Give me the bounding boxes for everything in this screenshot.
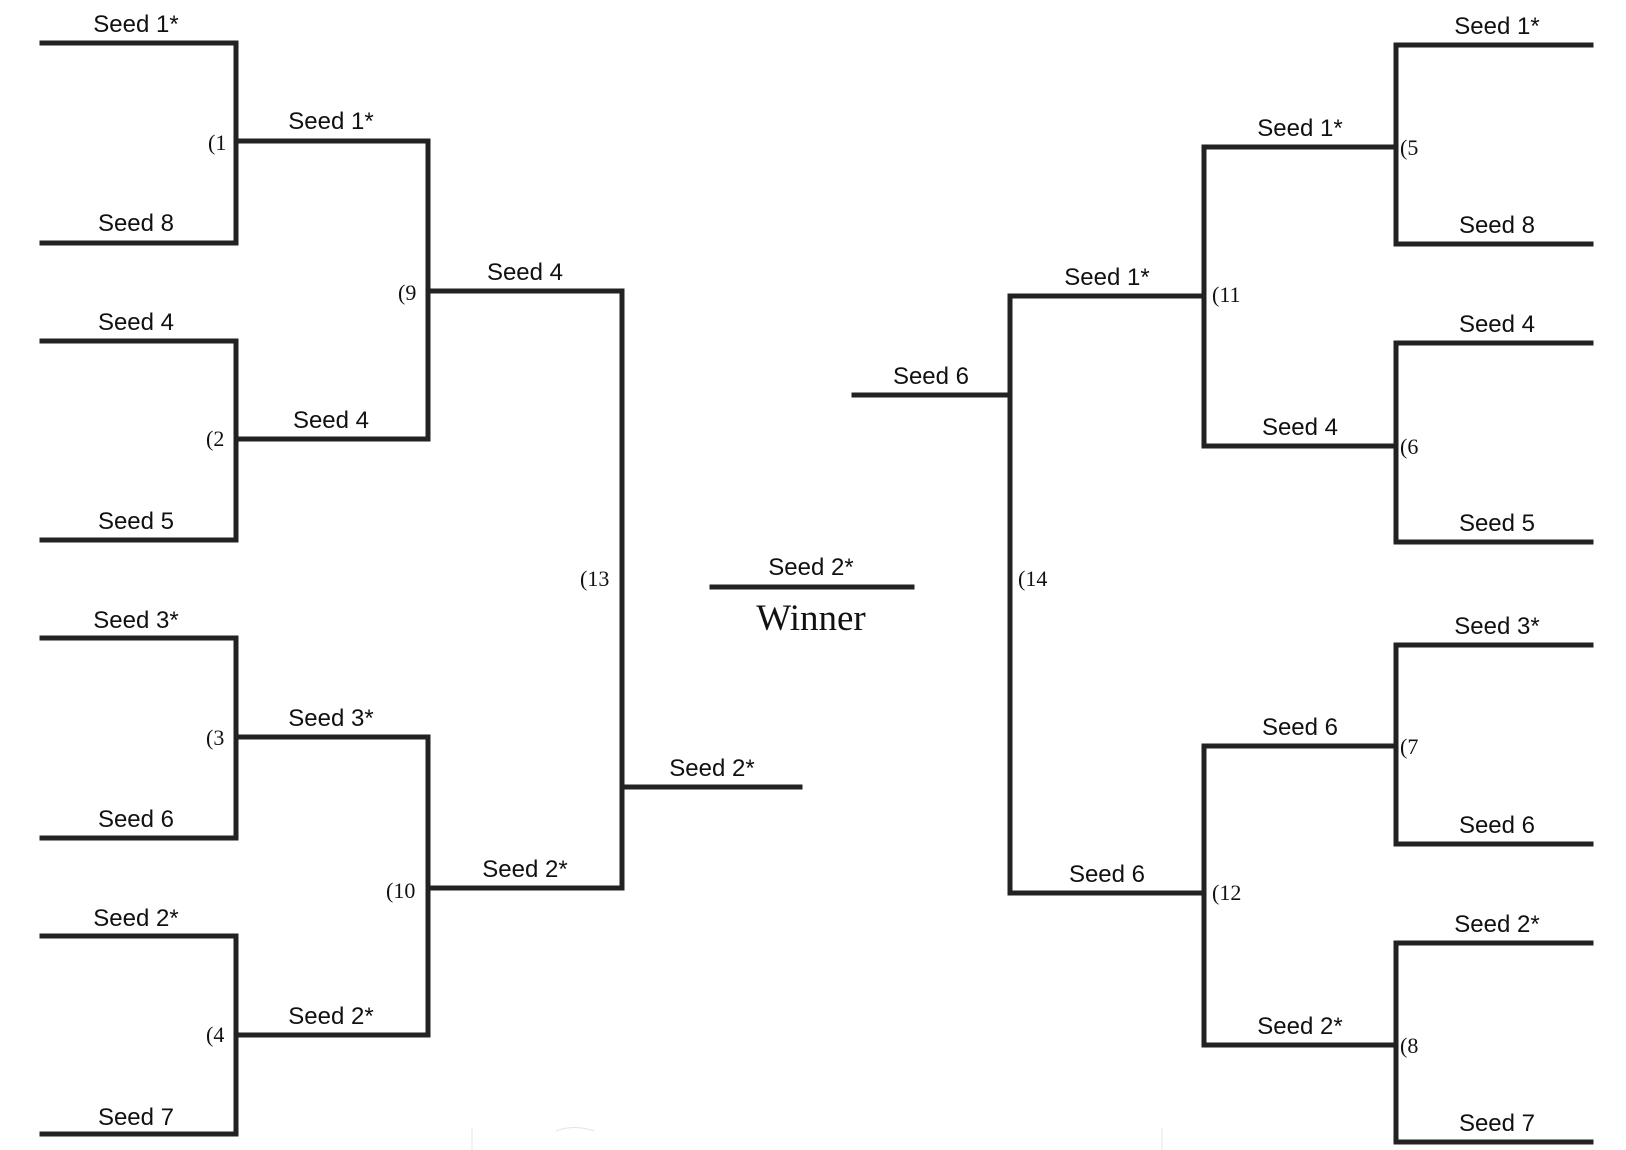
right-r1-slot: Seed 3*	[1454, 613, 1539, 640]
right-r1-slot: Seed 1*	[1454, 13, 1539, 40]
left-r3-slot: Seed 4	[487, 259, 563, 286]
winner-caption: Winner	[756, 598, 865, 639]
right-r1-slot: Seed 4	[1459, 311, 1535, 338]
right-r3-slot: Seed 6	[1069, 861, 1145, 888]
left-r2-slot: Seed 3*	[288, 705, 373, 732]
right-r1-slot: Seed 7	[1459, 1110, 1535, 1137]
right-r2-slot: Seed 4	[1262, 414, 1338, 441]
tournament-bracket: Seed 1* Seed 8 Seed 4 Seed 5 Seed 3* See…	[39, 11, 1594, 1150]
right-r1-slot: Seed 8	[1459, 212, 1535, 239]
left-r1-slot: Seed 7	[98, 1104, 174, 1131]
game-number: (11	[1212, 282, 1241, 307]
left-r1-slot: Seed 6	[98, 806, 174, 833]
left-r2-slot: Seed 4	[293, 407, 369, 434]
game-number: (4	[206, 1022, 224, 1047]
scan-artifact	[555, 1127, 595, 1132]
left-r1-slot: Seed 5	[98, 508, 174, 535]
left-r1-slot: Seed 8	[98, 210, 174, 237]
left-r2-slot: Seed 1*	[288, 108, 373, 135]
left-finalist-label: Seed 2*	[669, 755, 754, 782]
right-r2-slot: Seed 2*	[1257, 1013, 1342, 1040]
left-bracket-lines	[39, 40, 803, 1137]
game-number: (2	[206, 426, 224, 451]
left-r1-slot: Seed 2*	[93, 905, 178, 932]
right-labels: Seed 1* Seed 8 Seed 4 Seed 5 Seed 3* See…	[893, 13, 1540, 1137]
game-number: (13	[580, 566, 609, 591]
game-number: (6	[1400, 434, 1418, 459]
game-number: (1	[208, 130, 226, 155]
left-r1-slot: Seed 3*	[93, 607, 178, 634]
right-r1-slot: Seed 6	[1459, 812, 1535, 839]
left-r1-slot: Seed 1*	[93, 11, 178, 38]
game-number: (8	[1400, 1033, 1418, 1058]
champion-area: Seed 2* Winner	[756, 554, 865, 639]
right-r3-line	[1007, 293, 1207, 896]
game-number: (14	[1018, 566, 1047, 591]
right-finalist-label: Seed 6	[893, 363, 969, 390]
game-number: (12	[1212, 880, 1241, 905]
left-r3-slot: Seed 2*	[482, 856, 567, 883]
game-number: (10	[386, 878, 415, 903]
left-r1-slot: Seed 4	[98, 309, 174, 336]
right-bracket-lines	[851, 42, 1594, 1145]
champion-label: Seed 2*	[768, 554, 853, 581]
right-r2-slot: Seed 1*	[1257, 115, 1342, 142]
game-number: (7	[1400, 734, 1418, 759]
right-r2-slot: Seed 6	[1262, 714, 1338, 741]
left-r2-slot: Seed 2*	[288, 1003, 373, 1030]
scan-artifacts	[471, 1127, 1163, 1150]
game-number: (3	[206, 725, 224, 750]
right-r1-slot: Seed 2*	[1454, 911, 1539, 938]
game-number: (5	[1400, 135, 1418, 160]
game-number: (9	[398, 280, 416, 305]
right-r3-slot: Seed 1*	[1064, 264, 1149, 291]
left-labels: Seed 1* Seed 8 Seed 4 Seed 5 Seed 3* See…	[93, 11, 754, 1131]
right-r1-slot: Seed 5	[1459, 510, 1535, 537]
